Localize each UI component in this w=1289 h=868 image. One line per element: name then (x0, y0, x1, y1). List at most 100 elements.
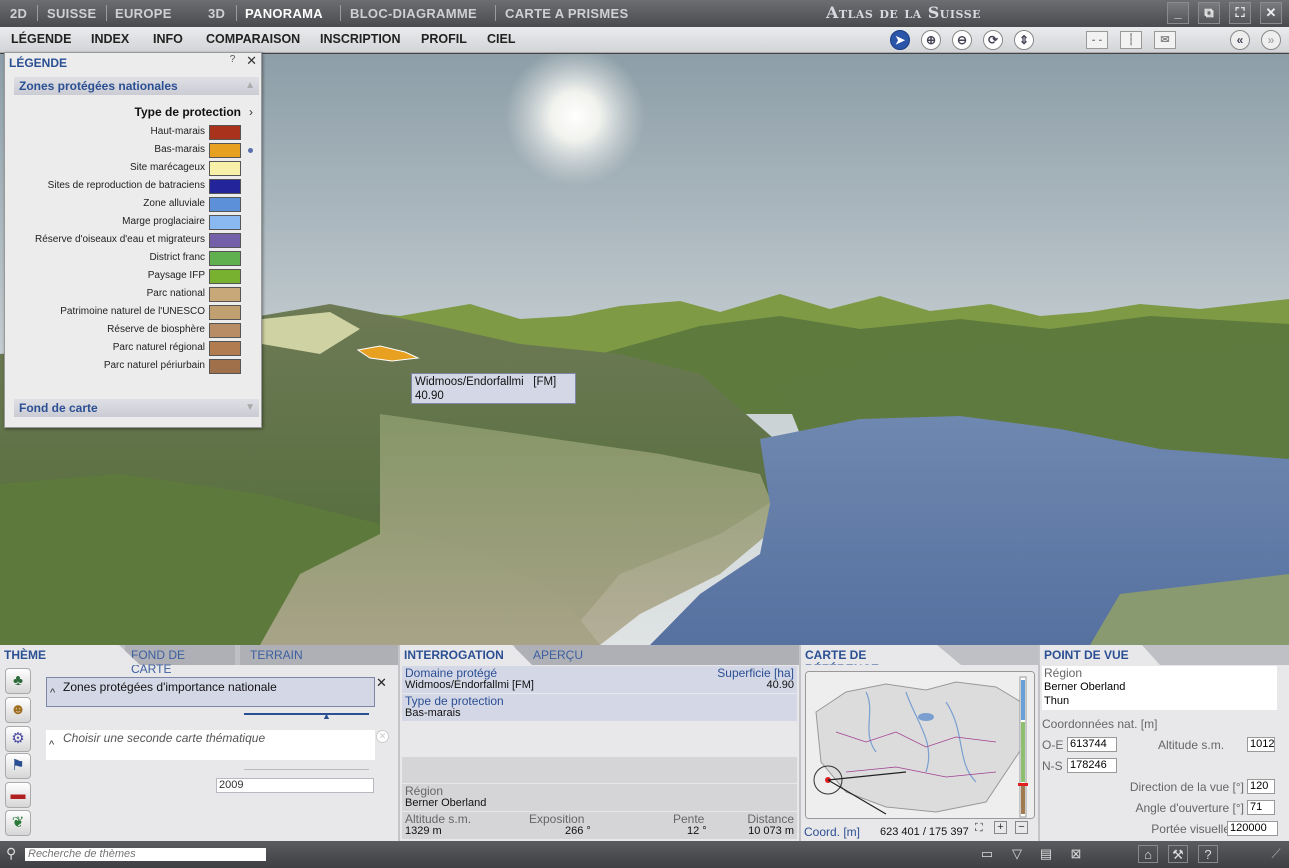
legend-color-swatch[interactable] (209, 215, 241, 230)
bookmark-icon[interactable]: ▽ (1007, 845, 1027, 863)
collapse-caret-icon[interactable]: ^ (49, 739, 54, 751)
legend-color-swatch[interactable] (209, 251, 241, 266)
zoom-in-icon[interactable]: ⊕ (921, 30, 941, 50)
rotate-view-icon[interactable]: ⟳ (983, 30, 1003, 50)
vp-coords-label: Coordonnées nat. [m] (1042, 717, 1158, 731)
tab-point-de-vue[interactable]: POINT DE VUE (1040, 645, 1160, 665)
theme-slider-track[interactable] (244, 713, 369, 715)
fullscreen-icon[interactable]: ⛶ (1229, 2, 1251, 24)
vp-region-value-1: Berner Oberland (1044, 681, 1126, 693)
vertical-split-icon[interactable]: ┆ (1120, 31, 1142, 49)
help-icon[interactable]: ? (226, 54, 239, 67)
forward-icon[interactable]: » (1261, 30, 1281, 50)
legend-color-swatch[interactable] (209, 341, 241, 356)
leaf-theme-icon[interactable]: ❦ (5, 810, 31, 836)
nav-panorama[interactable]: PANORAMA (245, 6, 323, 21)
vp-oe-field[interactable]: 613744 (1067, 737, 1117, 752)
close-icon[interactable]: ✕ (1260, 2, 1282, 24)
nav-bloc-diagramme[interactable]: BLOC-DIAGRAMME (350, 6, 477, 21)
legend-color-swatch[interactable] (209, 323, 241, 338)
legend-color-swatch[interactable] (209, 179, 241, 194)
vp-portee-field[interactable]: 120000 (1227, 821, 1278, 836)
vp-region-value-2: Thun (1044, 695, 1070, 707)
menu-legende[interactable]: LÉGENDE (11, 32, 71, 46)
legend-close-icon[interactable]: ✕ (246, 53, 257, 69)
settings-icon[interactable]: ⚒ (1168, 845, 1188, 863)
year-field[interactable]: 2009 (216, 778, 374, 793)
legend-color-swatch[interactable] (209, 233, 241, 248)
tab-interrogation[interactable]: INTERROGATION (400, 645, 532, 665)
legend-color-swatch[interactable] (209, 125, 241, 140)
vp-ns-field[interactable]: 178246 (1067, 758, 1117, 773)
tab-apercu[interactable]: APERÇU (515, 645, 799, 665)
menu-inscription[interactable]: INSCRIPTION (320, 32, 401, 46)
remove-second-theme-icon[interactable]: ✕ (376, 730, 389, 743)
people-theme-icon[interactable]: ☻ (5, 697, 31, 723)
reference-minimap[interactable] (805, 671, 1035, 819)
back-icon[interactable]: « (1230, 30, 1250, 50)
minimap-zoom-in-icon[interactable]: + (994, 821, 1007, 834)
legend-title: LÉGENDE (9, 56, 68, 70)
menu-profil[interactable]: PROFIL (421, 32, 467, 46)
menu-comparaison[interactable]: COMPARAISON (206, 32, 300, 46)
open-folder-icon[interactable]: ▭ (977, 845, 997, 863)
resize-grip-icon[interactable]: ⟋ (1266, 845, 1286, 863)
legend-color-swatch[interactable] (209, 359, 241, 374)
legend-color-swatch[interactable] (209, 161, 241, 176)
theme-search-input[interactable] (25, 848, 266, 861)
expand-down-icon[interactable]: ▼ (245, 402, 255, 413)
legend-section-header[interactable]: Zones protégées nationales ▲ (14, 77, 259, 95)
primary-theme-field[interactable]: ^ Zones protégées d'importance nationale (46, 677, 375, 707)
nav-europe[interactable]: EUROPE (115, 6, 172, 21)
legend-color-swatch[interactable] (209, 305, 241, 320)
year-slider-track[interactable] (244, 769, 369, 770)
second-theme-field[interactable]: ^ Choisir une seconde carte thématique (46, 730, 375, 760)
tab-carte-reference[interactable]: CARTE DE RÉFÉRENCE (801, 645, 961, 665)
tab-fond-de-carte[interactable]: FOND DE CARTE (125, 645, 235, 676)
collapse-caret-icon[interactable]: ^ (50, 687, 55, 699)
minimap-zoom-out-icon[interactable]: − (1015, 821, 1028, 834)
nav-2d[interactable]: 2D (10, 6, 27, 21)
export-icon[interactable]: ⊠ (1066, 845, 1086, 863)
legend-item-label: Patrimoine naturel de l'UNESCO (60, 306, 205, 317)
result-terrain-row: Altitude s.m. Exposition Pente Distance … (402, 812, 797, 839)
print-icon[interactable]: ▤ (1036, 845, 1056, 863)
restore-icon[interactable]: ⧉ (1198, 2, 1220, 24)
slider-handle-icon[interactable]: ▲ (322, 711, 331, 721)
minimize-icon[interactable]: _ (1167, 2, 1189, 24)
menu-ciel[interactable]: CIEL (487, 32, 515, 46)
legend-color-swatch[interactable] (209, 197, 241, 212)
nav-suisse[interactable]: SUISSE (47, 6, 96, 21)
vp-alt-field[interactable]: 1012 (1247, 737, 1275, 752)
vp-angle-field[interactable]: 71 (1247, 800, 1275, 815)
zoom-out-icon[interactable]: ⊖ (952, 30, 972, 50)
tab-terrain[interactable]: TERRAIN (240, 645, 398, 665)
menu-index[interactable]: INDEX (91, 32, 129, 46)
pointer-tool-icon[interactable]: ➤ (890, 30, 910, 50)
tab-theme[interactable]: THÈME (0, 645, 140, 665)
forest-theme-icon[interactable]: ♣ (5, 668, 31, 694)
gear-theme-icon[interactable]: ⚙ (5, 726, 31, 752)
help-button-icon[interactable]: ? (1198, 845, 1218, 863)
distance-value: 10 073 m (748, 825, 794, 837)
vp-direction-field[interactable]: 120 (1247, 779, 1275, 794)
nav-3d[interactable]: 3D (208, 6, 225, 21)
legend-color-swatch[interactable] (209, 143, 241, 158)
chevron-right-icon[interactable]: › (249, 105, 253, 119)
region-label: Région (405, 784, 444, 798)
legend-color-swatch[interactable] (209, 269, 241, 284)
collapse-up-icon[interactable]: ▲ (245, 80, 255, 91)
tooltip-name: Widmoos/Endorfallmi (415, 376, 524, 388)
legend-fond-header[interactable]: Fond de carte ▼ (14, 399, 259, 417)
no-split-icon[interactable]: ✉ (1154, 31, 1176, 49)
fit-extent-icon[interactable]: ⛶ (975, 822, 983, 835)
flag-theme-icon[interactable]: ⚑ (5, 753, 31, 779)
viewpoint-icon[interactable]: ⇕ (1014, 30, 1034, 50)
transport-theme-icon[interactable]: ▬ (5, 782, 31, 808)
menu-info[interactable]: INFO (153, 32, 183, 46)
home-icon[interactable]: ⌂ (1138, 845, 1158, 863)
horizontal-split-icon[interactable]: - - (1086, 31, 1108, 49)
legend-color-swatch[interactable] (209, 287, 241, 302)
nav-carte-prismes[interactable]: CARTE A PRISMES (505, 6, 628, 21)
remove-theme-icon[interactable]: ✕ (376, 675, 387, 691)
